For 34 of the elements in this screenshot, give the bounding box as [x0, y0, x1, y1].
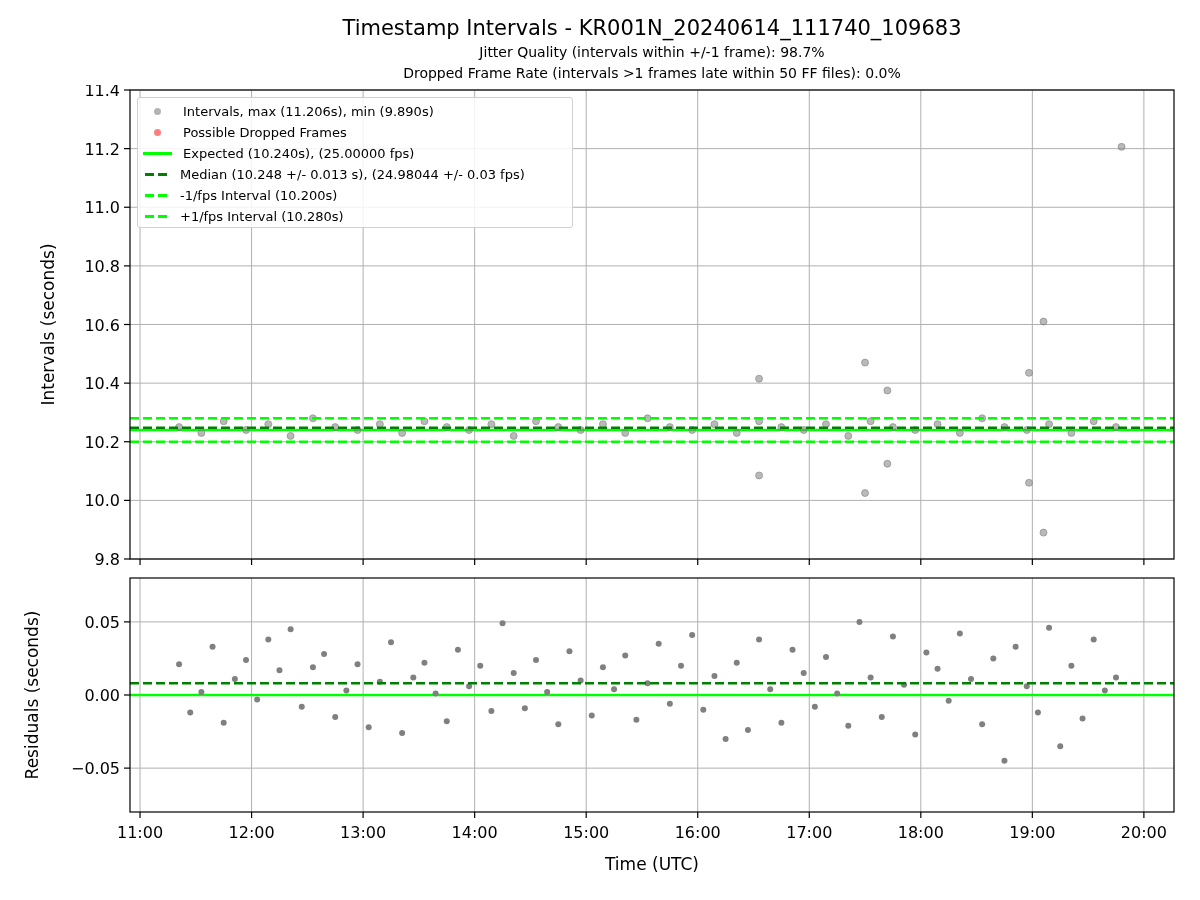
tick-label: 11:00 [117, 823, 164, 842]
tick-label: 10.6 [84, 315, 120, 335]
tick-label: 0.00 [84, 686, 120, 705]
tick-label: 20:00 [1120, 823, 1167, 842]
tick-label: 19:00 [1009, 823, 1056, 842]
tick-label: 10.8 [84, 256, 120, 276]
tick-label: 11.4 [84, 85, 120, 100]
tick-label: 17:00 [786, 823, 833, 842]
tick-label: 16:00 [674, 823, 721, 842]
tick-label: 11.0 [84, 198, 120, 218]
legend-label: Expected (10.240s), (25.00000 fps) [183, 145, 415, 162]
tick-label: 11.2 [84, 139, 120, 159]
tick-label: 10.0 [84, 491, 120, 511]
chart-subtitle: Dropped Frame Rate (intervals >1 frames late within 50 FF files): 0.0% [403, 64, 901, 83]
tick-label: 9.8 [94, 550, 120, 569]
tick-label: 10.4 [84, 374, 120, 394]
legend-label: +1/fps Interval (10.280s) [180, 208, 344, 225]
legend-label: -1/fps Interval (10.200s) [180, 187, 338, 204]
legend-label: Median (10.248 +/- 0.013 s), (24.98044 +/- 0.03 fps) [180, 166, 525, 183]
tick-label: 18:00 [897, 823, 944, 842]
chart-subtitle: Jitter Quality (intervals within +/-1 frame): 98.7% [479, 43, 825, 62]
tick-label: 15:00 [563, 823, 610, 842]
axis-label: Time (UTC) [605, 854, 699, 874]
tick-label: 10.2 [84, 432, 120, 452]
tick-label: 13:00 [340, 823, 387, 842]
tick-label: 14:00 [451, 823, 498, 842]
axis-label: Intervals (seconds) [38, 243, 58, 406]
chart-title: Timestamp Intervals - KR001N_20240614_111740_109683 [342, 15, 962, 42]
axis-label: Residuals (seconds) [22, 610, 42, 780]
legend-label: Intervals, max (11.206s), min (9.890s) [183, 103, 434, 120]
tick-label: −0.05 [70, 759, 120, 779]
legend-label: Possible Dropped Frames [183, 124, 347, 141]
tick-label: 12:00 [228, 823, 275, 842]
tick-label: 0.05 [84, 612, 120, 632]
